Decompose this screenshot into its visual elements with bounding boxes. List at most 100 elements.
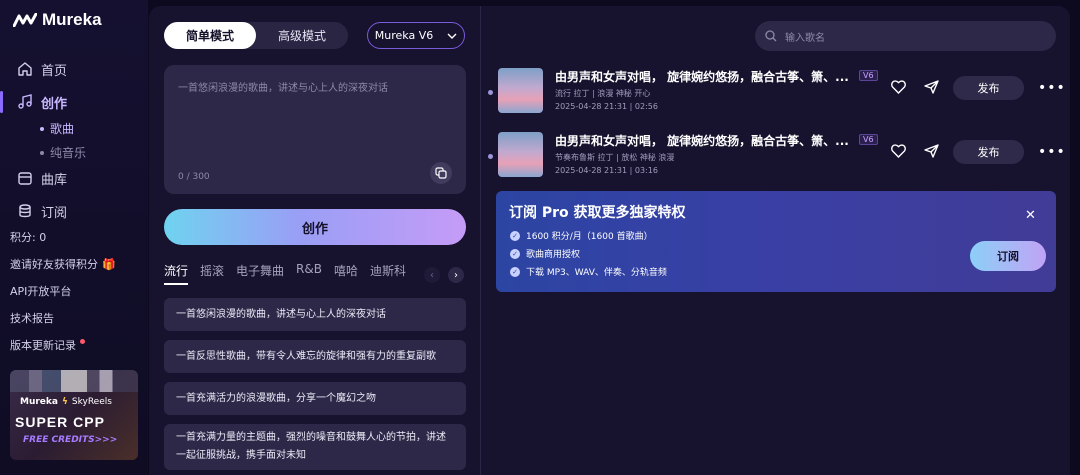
sidebar-label-create: 创作 <box>41 96 68 112</box>
genre-tab-rock[interactable]: 摇滚 <box>200 262 224 285</box>
song-row[interactable]: 由男声和女声对唱， 旋律婉约悠扬，融合古筝、箫、... V6 流行 拉丁 | 浪… <box>488 68 1065 116</box>
check-icon: ✓ <box>510 266 520 277</box>
model-version-select[interactable]: Mureka V6 <box>367 22 465 49</box>
genre-tab-edm[interactable]: 电子舞曲 <box>236 262 284 285</box>
changelog-link[interactable]: 版本更新记录 <box>10 337 85 353</box>
song-cover[interactable] <box>498 132 543 177</box>
check-icon: ✓ <box>510 230 520 241</box>
chevron-left-icon: ‹ <box>430 269 434 281</box>
changelog-label: 版本更新记录 <box>10 339 76 352</box>
version-badge: V6 <box>859 70 878 81</box>
mureka-logo-icon <box>13 13 37 27</box>
close-icon[interactable]: ✕ <box>1025 208 1036 223</box>
notification-dot <box>80 338 85 344</box>
prompt-suggestion[interactable]: 一首充满力量的主题曲，强烈的噪音和鼓舞人心的节拍，讲述一起征服挑战，携手面对未知 <box>164 424 466 470</box>
pro-feature-label: 下载 MP3、WAV、伴奏、分轨音频 <box>526 268 667 278</box>
sidebar-label-subscribe: 订阅 <box>41 205 68 221</box>
search-icon <box>765 30 777 42</box>
random-prompt-button[interactable] <box>430 162 452 184</box>
genre-next-button[interactable]: › <box>448 267 464 283</box>
mode-toggle: 简单模式 高级模式 <box>164 22 348 49</box>
logo[interactable]: Mureka <box>13 10 102 30</box>
subscribe-icon <box>19 204 31 218</box>
genre-tab-pop[interactable]: 流行 <box>164 262 189 285</box>
promo-brand-mureka: Mureka <box>20 397 58 407</box>
tech-report-link[interactable]: 技术报告 <box>10 310 54 326</box>
publish-button[interactable]: 发布 <box>953 76 1024 100</box>
credits-label: 积分: 0 <box>10 231 47 244</box>
send-icon[interactable] <box>924 144 939 158</box>
promo-title: SUPER CPP <box>15 414 105 430</box>
prompt-placeholder: 一首悠闲浪漫的歌曲，讲述与心上人的深夜对话 <box>178 83 388 94</box>
song-meta: 2025-04-28 21:31 | 03:16 <box>555 166 658 175</box>
api-platform-link[interactable]: API开放平台 <box>10 283 71 299</box>
gift-icon: 🎁 <box>102 257 116 271</box>
genre-prev-button[interactable]: ‹ <box>424 267 440 283</box>
promo-credits: FREE CREDITS>>> <box>23 435 118 445</box>
model-version-label: Mureka V6 <box>374 29 434 42</box>
promo-banner[interactable]: Mureka ϟ SkyReels SUPER CPP FREE CREDITS… <box>10 370 138 460</box>
check-icon: ✓ <box>510 248 520 259</box>
song-bullet <box>488 154 493 159</box>
dice-icon <box>435 167 447 179</box>
song-cover[interactable] <box>498 68 543 113</box>
character-counter: 0 / 300 <box>178 172 210 182</box>
genre-tabs: 流行 摇滚 电子舞曲 R&B 嘻哈 迪斯科 <box>164 262 406 285</box>
bullet-dot <box>40 126 44 131</box>
song-search-input[interactable]: 输入歌名 <box>755 21 1056 51</box>
more-options-icon[interactable]: ••• <box>1038 80 1066 96</box>
panel-divider <box>480 6 481 475</box>
sidebar-sub-label: 歌曲 <box>50 122 75 136</box>
sidebar-sub-songs[interactable]: 歌曲 <box>40 120 74 137</box>
song-title[interactable]: 由男声和女声对唱， 旋律婉约悠扬，融合古筝、箫、... <box>555 132 849 149</box>
chevron-right-icon: › <box>454 269 458 281</box>
song-meta: 2025-04-28 21:31 | 02:56 <box>555 102 658 111</box>
pro-feature: ✓ 下载 MP3、WAV、伴奏、分轨音频 <box>510 265 667 278</box>
pro-subscription-banner: 订阅 Pro 获取更多独家特权 ✓ 1600 积分/月（1600 首歌曲） ✓ … <box>496 191 1056 292</box>
simple-mode-tab[interactable]: 简单模式 <box>164 22 256 49</box>
prompt-suggestion[interactable]: 一首反思性歌曲，带有令人难忘的旋律和强有力的重复副歌 <box>164 340 466 373</box>
sidebar-item-subscribe[interactable]: 订阅 <box>0 200 148 222</box>
version-badge: V6 <box>859 134 878 145</box>
song-bullet <box>488 90 493 95</box>
create-button[interactable]: 创作 <box>164 209 466 245</box>
home-icon <box>18 62 32 76</box>
prompt-suggestion[interactable]: 一首悠闲浪漫的歌曲，讲述与心上人的深夜对话 <box>164 298 466 331</box>
sidebar-sub-label: 纯音乐 <box>50 146 87 160</box>
music-note-icon <box>18 94 32 109</box>
sidebar-label-home: 首页 <box>41 63 68 79</box>
invite-link[interactable]: 邀请好友获得积分 🎁 <box>10 256 116 272</box>
invite-label: 邀请好友获得积分 <box>10 258 98 271</box>
pro-feature-label: 歌曲商用授权 <box>526 250 581 260</box>
advanced-mode-tab[interactable]: 高级模式 <box>256 22 348 49</box>
sidebar-sub-instrumental[interactable]: 纯音乐 <box>40 144 86 161</box>
sidebar-item-home[interactable]: 首页 <box>0 58 148 80</box>
song-tags: 流行 拉丁 | 浪漫 神秘 开心 <box>555 89 651 98</box>
promo-brand-skyreels: SkyReels <box>71 397 112 407</box>
genre-tab-disco[interactable]: 迪斯科 <box>370 262 406 285</box>
lightning-icon: ϟ <box>61 397 68 407</box>
genre-tab-rnb[interactable]: R&B <box>296 262 322 285</box>
pro-feature: ✓ 歌曲商用授权 <box>510 247 580 260</box>
promo-image-strip <box>10 370 138 392</box>
sidebar: Mureka 首页 创作 歌曲 纯音乐 曲库 订阅 积分: 0 邀请好友获得积分… <box>0 0 148 475</box>
pro-feature-label: 1600 积分/月（1600 首歌曲） <box>526 232 653 242</box>
song-title[interactable]: 由男声和女声对唱， 旋律婉约悠扬，融合古筝、箫、... <box>555 68 849 85</box>
prompt-suggestion[interactable]: 一首充满活力的浪漫歌曲，分享一个魔幻之吻 <box>164 382 466 415</box>
song-prompt-textarea[interactable]: 一首悠闲浪漫的歌曲，讲述与心上人的深夜对话 0 / 300 <box>164 65 466 194</box>
pro-banner-title: 订阅 Pro 获取更多独家特权 <box>509 205 686 221</box>
publish-button[interactable]: 发布 <box>953 140 1024 164</box>
pro-feature: ✓ 1600 积分/月（1600 首歌曲） <box>510 229 653 242</box>
sidebar-item-create[interactable]: 创作 <box>0 91 148 113</box>
more-options-icon[interactable]: ••• <box>1038 144 1066 160</box>
search-placeholder: 输入歌名 <box>785 32 825 44</box>
genre-tab-hiphop[interactable]: 嘻哈 <box>334 262 358 285</box>
song-row[interactable]: 由男声和女声对唱， 旋律婉约悠扬，融合古筝、箫、... V6 节奏布鲁斯 拉丁 … <box>488 132 1065 180</box>
send-icon[interactable] <box>924 80 939 94</box>
heart-icon[interactable] <box>891 144 906 158</box>
heart-icon[interactable] <box>891 80 906 94</box>
sidebar-item-library[interactable]: 曲库 <box>0 167 148 189</box>
sidebar-label-library: 曲库 <box>41 172 68 188</box>
subscribe-button[interactable]: 订阅 <box>970 241 1046 271</box>
library-icon <box>18 172 32 185</box>
